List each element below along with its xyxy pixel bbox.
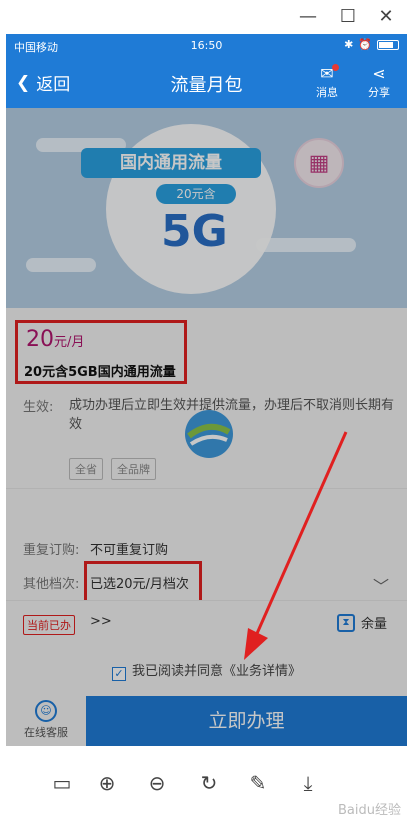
slideshow-icon[interactable]: ▭ [47,768,77,798]
share-label: 分享 [368,86,390,99]
banner-decoration [26,258,96,272]
price-unit: 元/月 [54,335,85,350]
share-button[interactable]: ⋖ 分享 [359,64,399,100]
repeat-label: 重复订购: [23,543,80,558]
tag: 全品牌 [111,458,156,480]
price-value: 20 [26,327,54,352]
status-icons: ✱ ⏰ [344,38,399,51]
message-icon: ✉ [307,64,347,84]
effect-label: 生效: [23,400,54,415]
promo-banner: 国内通用流量 20元含 5G ▦ [6,108,407,308]
nav-bar: ❮ 返回 流量月包 ✉ 消息 ⋖ 分享 [6,58,407,108]
package-name: 20元含5GB国内通用流量 [24,365,176,380]
unread-dot [332,64,339,71]
checkbox-icon[interactable]: ✓ [111,667,126,681]
rotate-icon[interactable]: ↻ [194,768,224,798]
alarm-icon: ⏰ [358,38,372,51]
more-link[interactable]: >> [90,614,112,629]
tag: 全省 [69,458,103,480]
back-button[interactable]: ❮ 返回 [16,70,71,96]
current-section: 当前已办 >> ⧗ 余量 [6,600,407,648]
banner-decoration [256,238,356,252]
customer-service-button[interactable]: ☺ 在线客服 [6,696,86,746]
share-icon: ⋖ [372,64,386,83]
current-badge: 当前已办 [23,615,75,635]
agreement-row: ✓ 我已阅读并同意《业务详情》 [6,660,407,690]
customer-service-icon: ☺ [35,700,57,722]
back-icon: ❮ [16,72,31,93]
download-icon[interactable]: ⤓ [293,768,323,798]
repeat-value: 不可重复订购 [90,543,169,558]
zoom-in-icon[interactable]: ⊕ [92,768,122,798]
details-section: 重复订购: 不可重复订购 其他档次: 已选20元/月档次 ﹀ [6,488,407,605]
china-mobile-logo [185,410,233,458]
chevron-down-icon[interactable]: ﹀ [373,573,389,597]
tier-label: 其他档次: [23,577,80,592]
terms-link[interactable]: 《业务详情》 [223,664,301,679]
phone-screen: 中国移动 16:50 ✱ ⏰ ❮ 返回 流量月包 ✉ 消息 ⋖ 分享 国内通用流… [6,34,407,746]
status-bar: 中国移动 16:50 ✱ ⏰ [6,34,407,58]
back-label: 返回 [36,75,71,95]
message-label: 消息 [316,86,338,99]
edit-icon[interactable]: ✎ [243,768,273,798]
battery-icon [377,39,399,50]
bluetooth-icon: ✱ [344,38,354,51]
apply-button[interactable]: 立即办理 [86,696,407,746]
bottom-bar: ☺ 在线客服 立即办理 [6,696,407,746]
zoom-out-icon[interactable]: ⊖ [142,768,172,798]
banner-5g: 5G [161,206,228,257]
window-titlebar: — ☐ ✕ [0,0,413,34]
watermark: Baidu经验 [338,803,401,818]
close-button[interactable]: ✕ [374,5,398,29]
tier-highlight-box [84,561,202,605]
price-highlight-box: 20元/月 20元含5GB国内通用流量 [15,320,187,384]
viewer-toolbar: ▭ ⊕ ⊖ ↻ ✎ ⤓ Baidu经验 [0,746,413,824]
agree-prefix: 我已阅读并同意 [131,664,223,679]
message-button[interactable]: ✉ 消息 [307,64,347,100]
tag-list: 全省 全品牌 [69,458,156,480]
banner-pill: 20元含 [156,184,236,204]
hourglass-icon: ⧗ [336,613,355,632]
maximize-button[interactable]: ☐ [336,5,360,29]
minimize-button[interactable]: — [296,5,320,29]
balance-button[interactable]: ⧗ 余量 [336,613,387,632]
banner-ribbon: 国内通用流量 [81,148,261,178]
package-price: 20元/月 [26,327,84,352]
customer-service-label: 在线客服 [24,726,68,739]
balance-label: 余量 [360,617,387,632]
calendar-icon: ▦ [294,138,344,188]
